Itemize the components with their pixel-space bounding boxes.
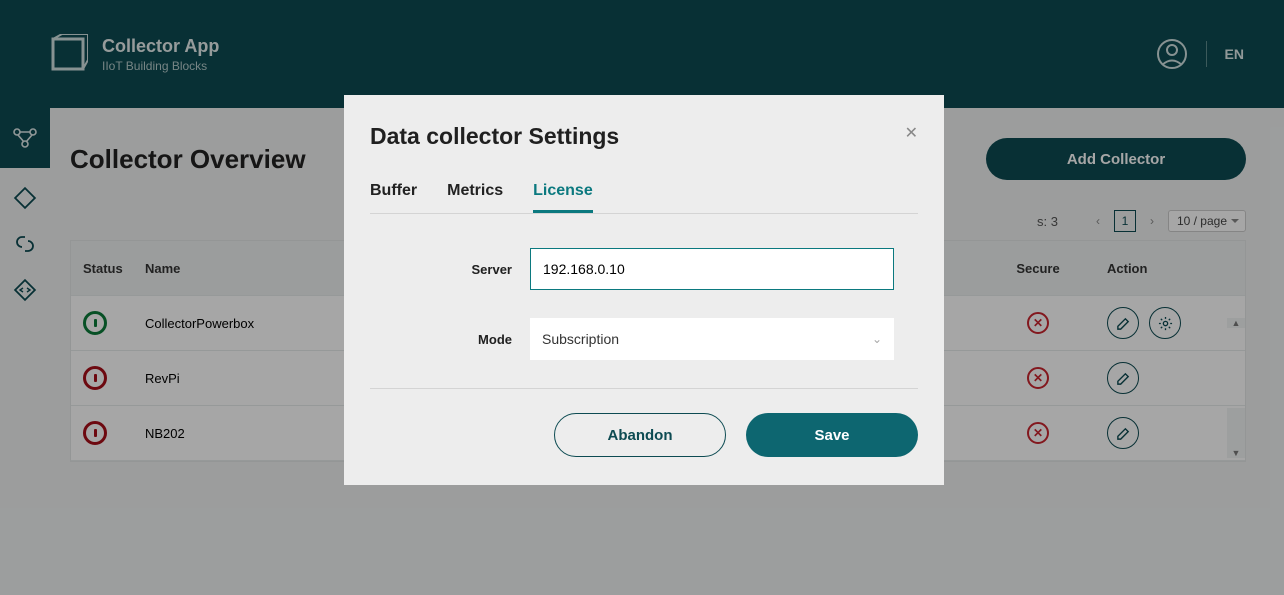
chevron-down-icon: ⌄ <box>872 332 882 346</box>
modal-tabs: Buffer Metrics License <box>370 182 918 214</box>
mode-value: Subscription <box>542 331 619 347</box>
tab-metrics[interactable]: Metrics <box>447 182 503 213</box>
mode-select[interactable]: Subscription ⌄ <box>530 318 894 360</box>
abandon-button[interactable]: Abandon <box>554 413 726 457</box>
settings-modal: Data collector Settings ✕ Buffer Metrics… <box>344 95 944 485</box>
license-form: Server Mode Subscription ⌄ <box>370 214 918 389</box>
modal-actions: Abandon Save <box>370 389 918 457</box>
save-button[interactable]: Save <box>746 413 918 457</box>
tab-license[interactable]: License <box>533 182 593 213</box>
server-input[interactable] <box>530 248 894 290</box>
modal-title: Data collector Settings <box>370 123 619 150</box>
mode-label: Mode <box>394 332 530 347</box>
close-icon[interactable]: ✕ <box>905 123 918 143</box>
server-label: Server <box>394 262 530 277</box>
tab-buffer[interactable]: Buffer <box>370 182 417 213</box>
